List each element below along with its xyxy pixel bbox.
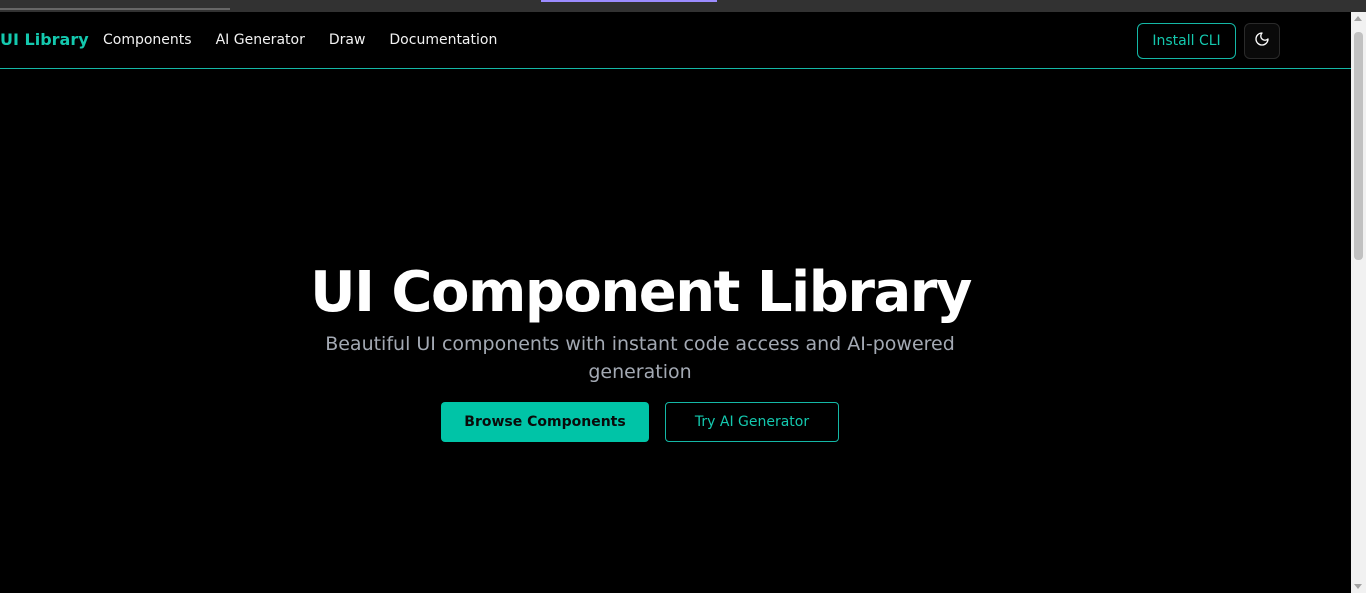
clipped-link[interactable] [541, 0, 717, 2]
clipped-tab-text [0, 0, 230, 10]
brand-logo[interactable]: UI Library [0, 30, 89, 49]
navbar: UI Library Components AI Generator Draw … [0, 12, 1351, 69]
hero-title: UI Component Library [310, 260, 972, 325]
install-cli-button[interactable]: Install CLI [1137, 23, 1236, 59]
scroll-up-arrow-icon[interactable] [1354, 16, 1362, 21]
nav-link-draw[interactable]: Draw [329, 32, 366, 48]
browser-top-strip [0, 0, 1366, 12]
theme-toggle-button[interactable] [1244, 23, 1280, 59]
page: UI Library Components AI Generator Draw … [0, 12, 1351, 593]
hero-subtitle: Beautiful UI components with instant cod… [325, 333, 955, 383]
nav-link-ai-generator[interactable]: AI Generator [216, 32, 305, 48]
nav-links: Components AI Generator Draw Documentati… [103, 32, 497, 48]
scroll-down-arrow-icon[interactable] [1354, 584, 1362, 589]
try-ai-generator-button[interactable]: Try AI Generator [665, 402, 839, 442]
browse-components-button[interactable]: Browse Components [441, 402, 649, 442]
nav-link-documentation[interactable]: Documentation [389, 32, 497, 48]
scrollbar[interactable] [1351, 12, 1366, 593]
nav-link-components[interactable]: Components [103, 32, 192, 48]
scroll-thumb[interactable] [1354, 32, 1363, 260]
moon-icon [1254, 31, 1270, 51]
